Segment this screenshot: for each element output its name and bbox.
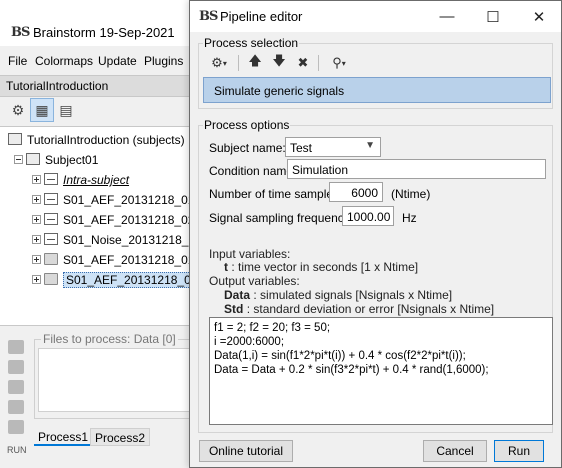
- input-t-description: t : time vector in seconds [1 x Ntime]: [224, 260, 419, 274]
- intra-subject-icon: [44, 173, 58, 185]
- toolbar-separator: [318, 55, 319, 71]
- frequency-unit: Hz: [402, 211, 417, 225]
- tree-item-raw[interactable]: S01_AEF_20131218_01_: [32, 193, 201, 211]
- samples-unit: (Ntime): [391, 187, 431, 201]
- run-label: RUN: [7, 445, 27, 455]
- expand-icon[interactable]: [32, 175, 41, 184]
- selected-process-label: Simulate generic signals: [214, 84, 345, 98]
- frequency-label: Signal sampling frequency:: [209, 211, 354, 225]
- protocol-icon: [8, 133, 22, 145]
- process-side-toolbar: [2, 334, 30, 444]
- maximize-icon[interactable]: ☐: [470, 1, 516, 32]
- folder-icon: [44, 253, 58, 265]
- subject-view-icon[interactable]: ▦: [30, 98, 54, 122]
- condition-name-label: Condition name:: [209, 164, 297, 178]
- matlab-code-editor[interactable]: f1 = 2; f2 = 20; f3 = 50; i =2000:6000; …: [209, 317, 553, 425]
- tree-item-folder-selected[interactable]: S01_AEF_20131218_02_: [32, 272, 208, 291]
- expand-icon[interactable]: [32, 255, 41, 264]
- raw-file-icon: [44, 233, 58, 245]
- protocol-name: TutorialIntroduction: [6, 79, 109, 93]
- main-titlebar: BS Brainstorm 19-Sep-2021: [0, 0, 210, 46]
- expand-icon[interactable]: [32, 275, 41, 284]
- timefreq-filter-icon[interactable]: [8, 400, 24, 414]
- files-to-process-label: Files to process: Data [0]: [41, 332, 178, 346]
- menu-update[interactable]: Update: [98, 54, 137, 68]
- subject-icon: [26, 153, 40, 165]
- brainstorm-logo-icon: BS: [199, 9, 218, 24]
- chevron-down-icon: ▼: [365, 140, 375, 151]
- collapse-icon[interactable]: [14, 155, 23, 164]
- view-toolbar: ⚙ ▦ ▤: [0, 98, 210, 124]
- menu-plugins[interactable]: Plugins: [144, 54, 183, 68]
- main-window-title: Brainstorm 19-Sep-2021: [33, 25, 175, 40]
- cancel-button[interactable]: Cancel: [423, 440, 487, 462]
- database-tree: TutorialIntroduction (subjects) Subject0…: [0, 126, 210, 326]
- dialog-title: Pipeline editor: [220, 9, 303, 24]
- sources-filter-icon[interactable]: [8, 380, 24, 394]
- move-up-icon[interactable]: 🡅: [244, 52, 266, 74]
- process-selection-title: Process selection: [203, 36, 300, 50]
- menu-colormaps[interactable]: Colormaps: [35, 54, 93, 68]
- subject-name-label: Subject name:: [209, 141, 286, 155]
- protocol-header: TutorialIntroduction: [0, 75, 210, 97]
- dialog-titlebar: BS Pipeline editor — ☐ ✕: [190, 1, 561, 32]
- expand-icon[interactable]: [32, 195, 41, 204]
- expand-icon[interactable]: [32, 215, 41, 224]
- close-icon[interactable]: ✕: [516, 1, 562, 32]
- output-data-description: Data : simulated signals [Nsignals x Nti…: [224, 288, 453, 302]
- tab-process2[interactable]: Process2: [90, 428, 151, 446]
- minimize-icon[interactable]: —: [424, 1, 470, 32]
- tree-item-raw[interactable]: S01_Noise_20131218_02: [32, 233, 202, 251]
- study-view-icon[interactable]: ▤: [54, 98, 78, 122]
- output-variables-header: Output variables:: [209, 274, 300, 288]
- data-filter-icon[interactable]: [8, 360, 24, 374]
- raw-filter-icon[interactable]: [8, 340, 24, 354]
- expand-icon[interactable]: [32, 235, 41, 244]
- tab-process1[interactable]: Process1: [34, 428, 93, 446]
- folder-icon: [44, 273, 58, 285]
- tree-root[interactable]: TutorialIntroduction (subjects): [8, 133, 185, 151]
- delete-process-icon[interactable]: ✖: [292, 52, 314, 74]
- add-process-gear-icon[interactable]: ⚙ ▾: [204, 52, 234, 74]
- run-button[interactable]: Run: [494, 440, 544, 462]
- tree-subject[interactable]: Subject01: [14, 153, 98, 171]
- tree-item-folder[interactable]: S01_AEF_20131218_01_: [32, 253, 201, 271]
- tree-item-raw[interactable]: S01_AEF_20131218_02_: [32, 213, 201, 231]
- brainstorm-logo-icon: BS: [11, 25, 30, 40]
- functional-view-icon[interactable]: ⚙: [6, 98, 30, 122]
- pipeline-menu-icon[interactable]: ⚲ ▾: [324, 52, 354, 74]
- input-variables-header: Input variables:: [209, 247, 291, 261]
- output-std-description: Std : standard deviation or error [Nsign…: [224, 302, 495, 316]
- move-down-icon[interactable]: 🡇: [268, 52, 290, 74]
- tree-item-intra-subject[interactable]: Intra-subject: [32, 173, 129, 191]
- condition-name-input[interactable]: Simulation: [287, 159, 546, 179]
- subject-name-select[interactable]: Test ▼: [285, 137, 381, 157]
- files-drop-area[interactable]: [38, 348, 206, 412]
- samples-label: Number of time samples:: [209, 187, 343, 201]
- samples-input[interactable]: 6000: [329, 182, 383, 202]
- raw-file-icon: [44, 193, 58, 205]
- brainstorm-main-window: BS Brainstorm 19-Sep-2021 File Colormaps…: [0, 0, 210, 468]
- main-menubar: File Colormaps Update Plugins: [0, 49, 210, 73]
- pipeline-editor-dialog: BS Pipeline editor — ☐ ✕ Process selecti…: [189, 0, 562, 468]
- matrix-filter-icon[interactable]: [8, 420, 24, 434]
- frequency-input[interactable]: 1000.00: [342, 206, 394, 226]
- raw-file-icon: [44, 213, 58, 225]
- menu-file[interactable]: File: [8, 54, 27, 68]
- process-list-selected-item[interactable]: Simulate generic signals: [203, 77, 551, 103]
- toolbar-separator: [238, 55, 239, 71]
- process-options-title: Process options: [203, 118, 291, 132]
- online-tutorial-button[interactable]: Online tutorial: [199, 440, 293, 462]
